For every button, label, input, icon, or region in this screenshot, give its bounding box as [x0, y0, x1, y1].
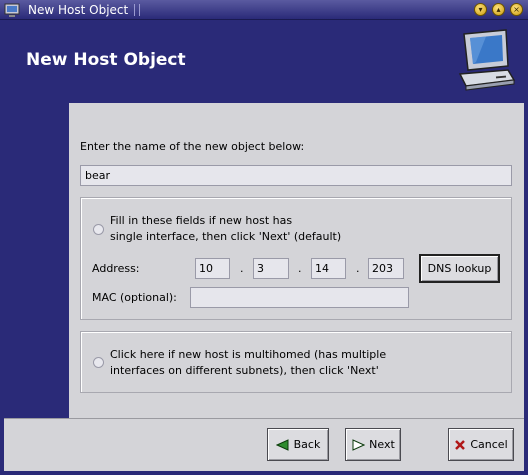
- multihomed-label-line1: Click here if new host is multihomed (ha…: [110, 348, 387, 361]
- minimize-icon[interactable]: ▾: [474, 3, 487, 16]
- close-icon[interactable]: ×: [510, 3, 523, 16]
- address-dot-3: .: [356, 262, 360, 275]
- next-button[interactable]: Next: [345, 428, 401, 461]
- cancel-x-icon: [455, 439, 466, 450]
- address-dot-1: .: [240, 262, 244, 275]
- window-icon[interactable]: [4, 2, 20, 18]
- cancel-button[interactable]: Cancel: [448, 428, 514, 461]
- multihomed-group: [80, 331, 512, 393]
- mac-label: MAC (optional):: [92, 291, 177, 304]
- back-label: Back: [293, 438, 321, 451]
- address-octet-4[interactable]: 203: [368, 258, 404, 279]
- window-title: New Host Object: [28, 3, 129, 17]
- multihomed-radio[interactable]: [93, 357, 104, 368]
- address-octet-3[interactable]: 14: [311, 258, 346, 279]
- back-arrow-icon: [275, 438, 289, 451]
- address-label: Address:: [92, 262, 140, 275]
- next-label: Next: [369, 438, 395, 451]
- wizard-footer: [4, 418, 524, 471]
- back-button[interactable]: Back: [267, 428, 329, 461]
- dns-lookup-button[interactable]: DNS lookup: [419, 254, 500, 283]
- page-title: New Host Object: [26, 50, 186, 70]
- multihomed-label-line2: interfaces on different subnets), then c…: [110, 364, 379, 377]
- side-band: [4, 103, 69, 418]
- name-prompt: Enter the name of the new object below:: [80, 140, 305, 153]
- single-interface-radio[interactable]: [93, 224, 104, 235]
- mac-input[interactable]: [190, 287, 409, 308]
- object-name-input[interactable]: bear: [80, 165, 512, 186]
- address-octet-1[interactable]: 10: [195, 258, 230, 279]
- cancel-label: Cancel: [470, 438, 508, 451]
- next-arrow-icon: [352, 438, 366, 451]
- address-octet-2[interactable]: 3: [253, 258, 289, 279]
- title-bar[interactable]: New Host Object ▾ ▴ ×: [0, 0, 528, 20]
- address-dot-2: .: [298, 262, 302, 275]
- wizard-header: New Host Object: [4, 20, 524, 103]
- single-interface-label-line1: Fill in these fields if new host has: [110, 214, 293, 227]
- computer-icon: [458, 29, 516, 91]
- single-interface-label-line2: single interface, then click 'Next' (def…: [110, 230, 342, 243]
- maximize-icon[interactable]: ▴: [492, 3, 505, 16]
- title-grip: [134, 4, 140, 16]
